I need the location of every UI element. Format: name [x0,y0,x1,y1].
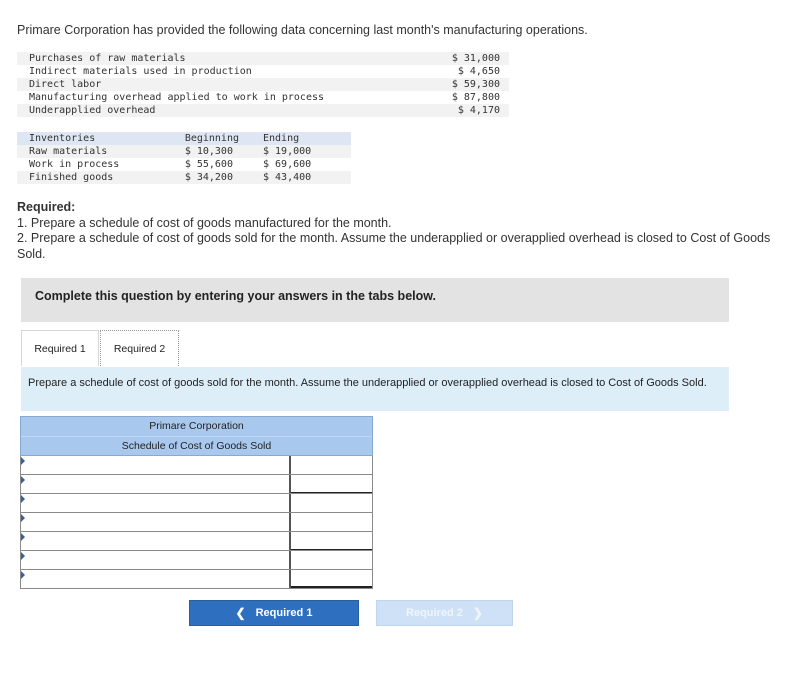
required-heading: Required: [17,200,76,214]
dropdown-marker-icon [21,476,25,484]
table-row [20,551,373,570]
intro-text: Primare Corporation has provided the fol… [17,23,588,37]
line-amount-input[interactable] [291,457,372,475]
cogs-schedule: Primare Corporation Schedule of Cost of … [20,416,373,589]
table-row: Raw materials $ 10,300 $ 19,000 [17,145,351,158]
beginning-value: $ 34,200 [154,171,251,184]
row-amount: $ 4,650 [457,66,500,77]
table-header-row: Inventories Beginning Ending [17,132,351,145]
row-amount: $ 59,300 [421,78,509,91]
row-label: Work in process [29,159,120,170]
dropdown-marker-icon [21,533,25,541]
chevron-left-icon: ❮ [235,606,246,620]
beginning-value: $ 10,300 [154,145,251,158]
table-row: Manufacturing overhead applied to work i… [17,91,509,104]
instruction-text: Prepare a schedule of cost of goods sold… [28,377,707,389]
line-amount-input[interactable] [291,572,372,588]
table-row [20,475,373,494]
table-row [20,456,373,475]
chevron-right-icon: ❯ [472,606,483,620]
instructions-banner: Complete this question by entering your … [21,278,729,322]
line-label-input[interactable] [21,495,289,513]
schedule-header: Primare Corporation Schedule of Cost of … [20,416,373,456]
inventories-table: Inventories Beginning Ending Raw materia… [17,132,351,184]
ending-value: $ 69,600 [263,159,312,170]
previous-button-label: Required 1 [255,607,313,619]
required-item-2: 2. Prepare a schedule of cost of goods s… [17,231,771,261]
row-label: Raw materials [17,145,155,158]
banner-text: Complete this question by entering your … [35,289,436,303]
table-row: Purchases of raw materials $ 31,000 [17,52,509,65]
tab-required-2[interactable]: Required 2 [100,330,179,366]
ending-value: $ 43,400 [251,171,351,184]
line-label-input[interactable] [21,552,289,570]
row-label: Purchases of raw materials [17,52,422,65]
table-row: Underapplied overhead $ 4,170 [17,104,509,117]
table-row: Finished goods $ 34,200 $ 43,400 [17,171,351,184]
column-header: Ending [251,132,351,145]
line-label-input[interactable] [21,476,289,494]
line-amount-input[interactable] [291,552,372,570]
row-label: Manufacturing overhead applied to work i… [29,92,325,103]
cost-data-table: Purchases of raw materials $ 31,000 Indir… [17,52,509,117]
line-label-input[interactable] [21,571,289,589]
tab-required-1[interactable]: Required 1 [21,330,99,366]
table-row [20,532,373,551]
line-amount-input[interactable] [291,495,372,513]
beginning-value: $ 55,600 [184,159,233,170]
row-label: Underapplied overhead [17,104,422,117]
table-row [20,513,373,532]
table-row [20,570,373,589]
row-amount: $ 4,170 [421,104,509,117]
row-amount: $ 31,000 [421,52,509,65]
dropdown-marker-icon [21,457,25,465]
next-required-button[interactable]: Required 2 ❯ [376,600,513,626]
dropdown-marker-icon [21,552,25,560]
schedule-company: Primare Corporation [149,420,244,432]
dropdown-marker-icon [21,571,25,579]
column-header: Inventories [17,132,155,145]
table-row: Direct labor $ 59,300 [17,78,509,91]
row-label: Indirect materials used in production [29,66,252,77]
line-label-input[interactable] [21,514,289,532]
line-amount-input[interactable] [291,514,372,532]
row-label: Direct labor [17,78,422,91]
required-section: Required: 1. Prepare a schedule of cost … [17,200,787,262]
row-amount: $ 87,800 [451,92,500,103]
dropdown-marker-icon [21,514,25,522]
dropdown-marker-icon [21,495,25,503]
row-label: Finished goods [17,171,155,184]
table-row: Indirect materials used in production $ 4… [17,65,509,78]
line-label-input[interactable] [21,457,289,475]
tab-instruction: Prepare a schedule of cost of goods sold… [21,367,729,411]
next-button-label: Required 2 [406,607,463,619]
previous-required-button[interactable]: ❮ Required 1 [189,600,359,626]
line-label-input[interactable] [21,533,289,551]
column-header: Beginning [154,132,251,145]
schedule-title: Schedule of Cost of Goods Sold [21,436,372,455]
ending-value: $ 19,000 [251,145,351,158]
table-row: Work in process $ 55,600 $ 69,600 [17,158,351,171]
required-item-1: 1. Prepare a schedule of cost of goods m… [17,215,392,230]
line-amount-input[interactable] [291,476,372,494]
line-amount-input[interactable] [291,533,372,551]
table-row [20,494,373,513]
